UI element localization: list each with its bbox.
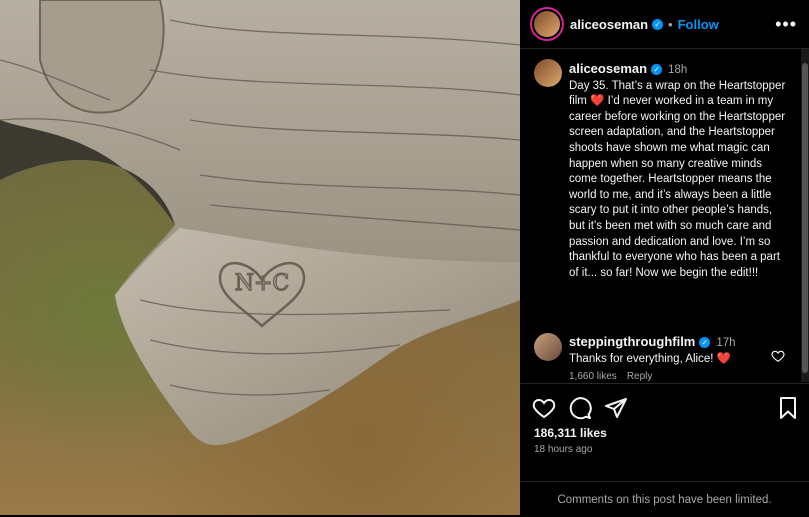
heart-icon[interactable] bbox=[532, 396, 556, 420]
comments-limited-notice: Comments on this post have been limited. bbox=[520, 481, 809, 517]
post-time-ago: 18 hours ago bbox=[534, 444, 593, 455]
caption-time: 18h bbox=[668, 64, 688, 76]
comment-meta: 1,660 likes Reply bbox=[569, 371, 662, 382]
comment-likes[interactable]: 1,660 likes bbox=[569, 371, 617, 382]
more-options-icon[interactable]: ••• bbox=[775, 14, 797, 35]
caption-username[interactable]: aliceoseman bbox=[569, 61, 647, 76]
caption-author-avatar[interactable] bbox=[534, 59, 562, 87]
post-caption: aliceoseman ✓ 18h Day 35. That’s a wrap on… bbox=[569, 61, 787, 281]
scrollbar-thumb[interactable] bbox=[802, 63, 808, 373]
comments-scrollbar[interactable] bbox=[801, 49, 809, 382]
tree-log-image: N+C bbox=[0, 0, 520, 445]
comments-list[interactable]: aliceoseman ✓ 18h Day 35. That’s a wrap on… bbox=[520, 49, 809, 382]
verified-badge-icon: ✓ bbox=[652, 18, 664, 30]
comment-reply-button[interactable]: Reply bbox=[627, 371, 653, 382]
comment-text: Thanks for everything, Alice! ❤️ bbox=[569, 353, 731, 365]
verified-badge-icon: ✓ bbox=[699, 337, 711, 349]
post-side-panel: aliceoseman ✓ • Follow ••• aliceoseman ✓ 1… bbox=[520, 0, 809, 515]
comment-item: steppingthroughfilm ✓ 17h Thanks for every… bbox=[569, 334, 769, 367]
follow-button[interactable]: Follow bbox=[678, 17, 719, 32]
commenter-avatar[interactable] bbox=[534, 333, 562, 361]
separator-dot: • bbox=[668, 16, 673, 32]
carved-initials: N+C bbox=[235, 271, 290, 296]
comment-time: 17h bbox=[716, 337, 736, 349]
caption-text: Day 35. That’s a wrap on the Heartstoppe… bbox=[569, 79, 786, 279]
comment-like-heart-icon[interactable] bbox=[771, 349, 785, 363]
verified-badge-icon: ✓ bbox=[651, 64, 663, 76]
comment-icon[interactable] bbox=[568, 396, 592, 420]
action-bar: 186,311 likes 18 hours ago Comments on t… bbox=[520, 383, 809, 516]
likes-count[interactable]: 186,311 likes bbox=[534, 426, 607, 440]
bookmark-icon[interactable] bbox=[776, 396, 800, 420]
commenter-username[interactable]: steppingthroughfilm bbox=[569, 334, 695, 349]
share-icon[interactable] bbox=[604, 396, 628, 420]
author-avatar[interactable] bbox=[534, 11, 560, 37]
post-header: aliceoseman ✓ • Follow ••• bbox=[520, 0, 809, 49]
author-username[interactable]: aliceoseman bbox=[570, 17, 648, 32]
post-image[interactable]: N+C bbox=[0, 0, 520, 515]
